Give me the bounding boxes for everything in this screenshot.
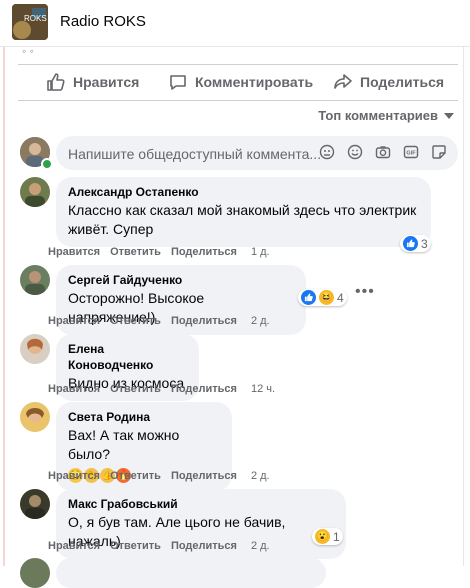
comment-share-button[interactable]: Поделиться	[171, 470, 237, 482]
reaction-count-value: 1	[333, 529, 340, 544]
comment-timestamp[interactable]: 2 д.	[251, 315, 270, 327]
laugh-reaction-icon: 😆	[319, 290, 334, 305]
comment-text: Классно как сказал мой знакомый здесь чт…	[68, 202, 417, 237]
comment-timestamp[interactable]: 12 ч.	[251, 383, 275, 395]
comment-reply-button[interactable]: Ответить	[110, 383, 161, 395]
camera-icon[interactable]	[374, 143, 392, 161]
comment-actions: Нравится Ответить Поделиться 1 д.	[48, 246, 270, 258]
sticker-icon[interactable]	[430, 143, 448, 161]
page-title[interactable]: Radio ROKS	[60, 13, 146, 30]
comment-sort-dropdown[interactable]: Топ комментариев	[318, 108, 454, 123]
avatar[interactable]	[20, 558, 50, 588]
comment-bubble	[56, 558, 326, 588]
page-logo-text: ROKS	[24, 14, 47, 23]
reaction-count[interactable]: 😆 4	[298, 289, 347, 306]
divider	[18, 64, 458, 65]
avatar[interactable]	[20, 265, 50, 295]
wow-reaction-icon: 😮	[315, 529, 330, 544]
gif-icon[interactable]: GIF	[402, 143, 420, 161]
comment-reply-button[interactable]: Ответить	[110, 246, 161, 258]
comment-timestamp[interactable]: 2 д.	[251, 470, 270, 482]
comment-sort-label: Топ комментариев	[318, 108, 438, 123]
avatar-sticker-icon[interactable]	[318, 143, 336, 161]
svg-text:GIF: GIF	[406, 151, 416, 157]
comment-reply-button[interactable]: Ответить	[110, 470, 161, 482]
comment-share-button[interactable]: Поделиться	[171, 383, 237, 395]
reaction-count-value: 3	[421, 236, 428, 251]
like-button-label: Нравится	[73, 74, 140, 90]
comment-timestamp[interactable]: 1 д.	[251, 246, 270, 258]
comment-like-button[interactable]: Нравится	[48, 315, 100, 327]
avatar[interactable]	[20, 177, 50, 207]
divider	[18, 100, 458, 101]
page-avatar[interactable]: ROKS	[12, 4, 48, 40]
comment-bubble: Александр Остапенко Классно как сказал м…	[56, 177, 431, 247]
online-status-dot	[41, 158, 53, 170]
comment-like-button[interactable]: Нравится	[48, 246, 100, 258]
comment-like-button[interactable]: Нравится	[48, 470, 100, 482]
reaction-count[interactable]: 3	[400, 235, 431, 252]
chevron-down-icon	[444, 112, 454, 119]
comment-timestamp[interactable]: 2 д.	[251, 540, 270, 552]
avatar[interactable]	[20, 489, 50, 519]
like-reaction-icon	[403, 236, 418, 251]
comment-actions: Нравится Ответить Поделиться 12 ч.	[48, 383, 275, 395]
share-button-label: Поделиться	[360, 74, 445, 90]
right-divider	[463, 47, 464, 566]
comment-share-button[interactable]: Поделиться	[171, 540, 237, 552]
comment-text: Вах! А так можно было?	[68, 427, 180, 462]
comment-like-button[interactable]: Нравится	[48, 383, 100, 395]
comment-author[interactable]: Макс Грабовський	[68, 496, 334, 512]
comment-composer[interactable]: GIF	[56, 136, 458, 172]
avatar[interactable]	[20, 334, 50, 364]
comment-author[interactable]: Света Родина	[68, 409, 220, 425]
comment-actions: Нравится Ответить Поделиться 2 д.	[48, 315, 270, 327]
share-button[interactable]: Поделиться	[333, 70, 444, 94]
comment-like-button[interactable]: Нравится	[48, 540, 100, 552]
comment-icon	[170, 75, 186, 90]
comment-button[interactable]: Комментировать	[168, 70, 313, 94]
avatar[interactable]	[20, 402, 50, 432]
comment-author[interactable]: Елена Коноводченко	[68, 341, 187, 373]
comment-reply-button[interactable]: Ответить	[110, 540, 161, 552]
reaction-strip-fragment: ◦ ◦	[22, 44, 34, 58]
comment-share-button[interactable]: Поделиться	[171, 246, 237, 258]
more-options-icon[interactable]: •••	[355, 283, 375, 301]
comment-author[interactable]: Александр Остапенко	[68, 184, 419, 200]
page-header: ROKS Radio ROKS	[0, 0, 470, 47]
reaction-count-value: 4	[337, 290, 344, 305]
like-button[interactable]: Нравится	[46, 70, 139, 94]
comment-input[interactable]	[66, 136, 325, 172]
share-icon	[334, 74, 352, 89]
thumbs-up-icon	[47, 73, 65, 91]
comment-share-button[interactable]: Поделиться	[171, 315, 237, 327]
comment-actions: Нравится Ответить Поделиться 2 д.	[48, 540, 270, 552]
reaction-count[interactable]: 😮 1	[312, 528, 343, 545]
like-reaction-icon	[301, 290, 316, 305]
emoji-icon[interactable]	[346, 143, 364, 161]
comment-actions: Нравится Ответить Поделиться 2 д.	[48, 470, 270, 482]
comment-button-label: Комментировать	[195, 74, 314, 90]
comment-reply-button[interactable]: Ответить	[110, 315, 161, 327]
comment-author[interactable]: Сергей Гайдученко	[68, 272, 294, 288]
scroll-indicator	[3, 47, 5, 566]
